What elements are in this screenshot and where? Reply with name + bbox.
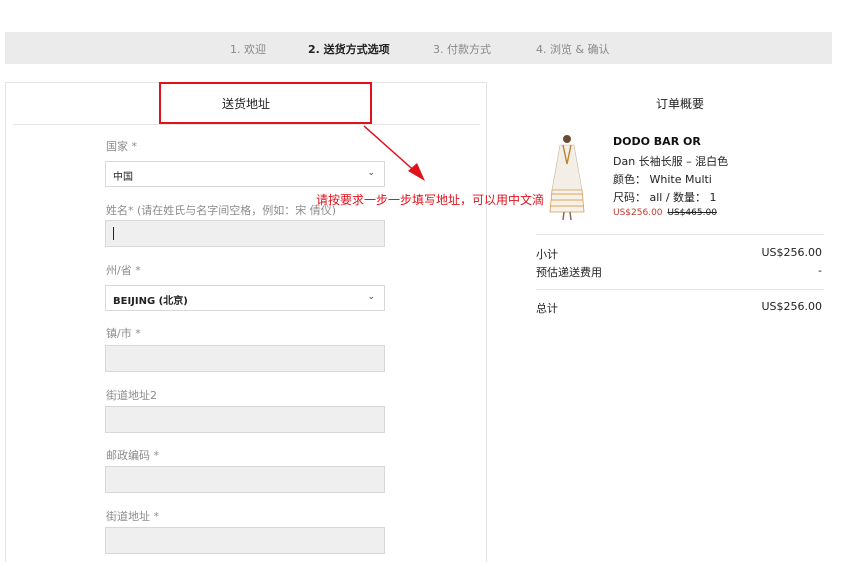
country-label: 国家 * — [106, 140, 137, 153]
state-select[interactable]: BEIJING (北京) ⌄ — [105, 285, 385, 311]
product-brand[interactable]: DODO BAR OR — [613, 135, 701, 148]
text-cursor — [113, 227, 114, 240]
shipping-estimate-label: 预估递送费用 — [536, 266, 602, 279]
subtotal-label: 小计 — [536, 248, 558, 261]
sale-price: US$256.00 — [613, 208, 663, 218]
annotation-arrow-icon — [363, 125, 425, 181]
product-name[interactable]: Dan 长袖长服 – 混白色 — [613, 153, 728, 169]
step-shipping[interactable]: 2. 送货方式选项 — [308, 41, 390, 57]
original-price: US$465.00 — [667, 208, 717, 218]
step-welcome[interactable]: 1. 欢迎 — [230, 41, 266, 57]
postcode-input[interactable] — [105, 466, 385, 493]
name-label: 姓名* (请在姓氏与名字间空格，例如：宋 倩仪) — [106, 204, 337, 217]
state-value: BEIJING (北京) — [113, 296, 188, 307]
city-input[interactable] — [105, 345, 385, 372]
state-label: 州/省 * — [106, 264, 141, 277]
order-summary-title: 订单概要 — [655, 97, 704, 111]
step-payment[interactable]: 3. 付款方式 — [433, 41, 491, 57]
subtotal-value: US$256.00 — [761, 246, 822, 259]
city-label: 镇/市 * — [106, 327, 141, 340]
annotation-text: 请按要求一步一步填写地址，可以用中文滴 — [316, 193, 545, 207]
summary-divider — [536, 289, 824, 290]
postcode-label: 邮政编码 * — [106, 449, 159, 462]
summary-divider — [536, 234, 824, 235]
street-input[interactable] — [105, 527, 385, 554]
total-value: US$256.00 — [761, 300, 822, 313]
chevron-down-icon: ⌄ — [367, 292, 375, 302]
step-review[interactable]: 4. 浏览 & 确认 — [536, 41, 610, 57]
street2-label: 街道地址2 — [106, 389, 157, 402]
checkout-steps-bar: 1. 欢迎 2. 送货方式选项 3. 付款方式 4. 浏览 & 确认 — [5, 32, 832, 64]
product-color: 颜色： White Multi — [613, 173, 712, 186]
total-label: 总计 — [536, 302, 558, 315]
shipping-estimate-value: - — [818, 264, 822, 277]
country-value: 中国 — [113, 172, 133, 183]
product-image[interactable] — [549, 132, 585, 222]
street-label: 街道地址 * — [106, 510, 159, 523]
street2-input[interactable] — [105, 406, 385, 433]
annotation-highlight-box — [159, 82, 372, 124]
product-price: US$256.00 US$465.00 — [613, 208, 717, 218]
name-input[interactable] — [105, 220, 385, 247]
country-select[interactable]: 中国 ⌄ — [105, 161, 385, 187]
product-size-qty: 尺码： all / 数量： 1 — [613, 191, 717, 204]
